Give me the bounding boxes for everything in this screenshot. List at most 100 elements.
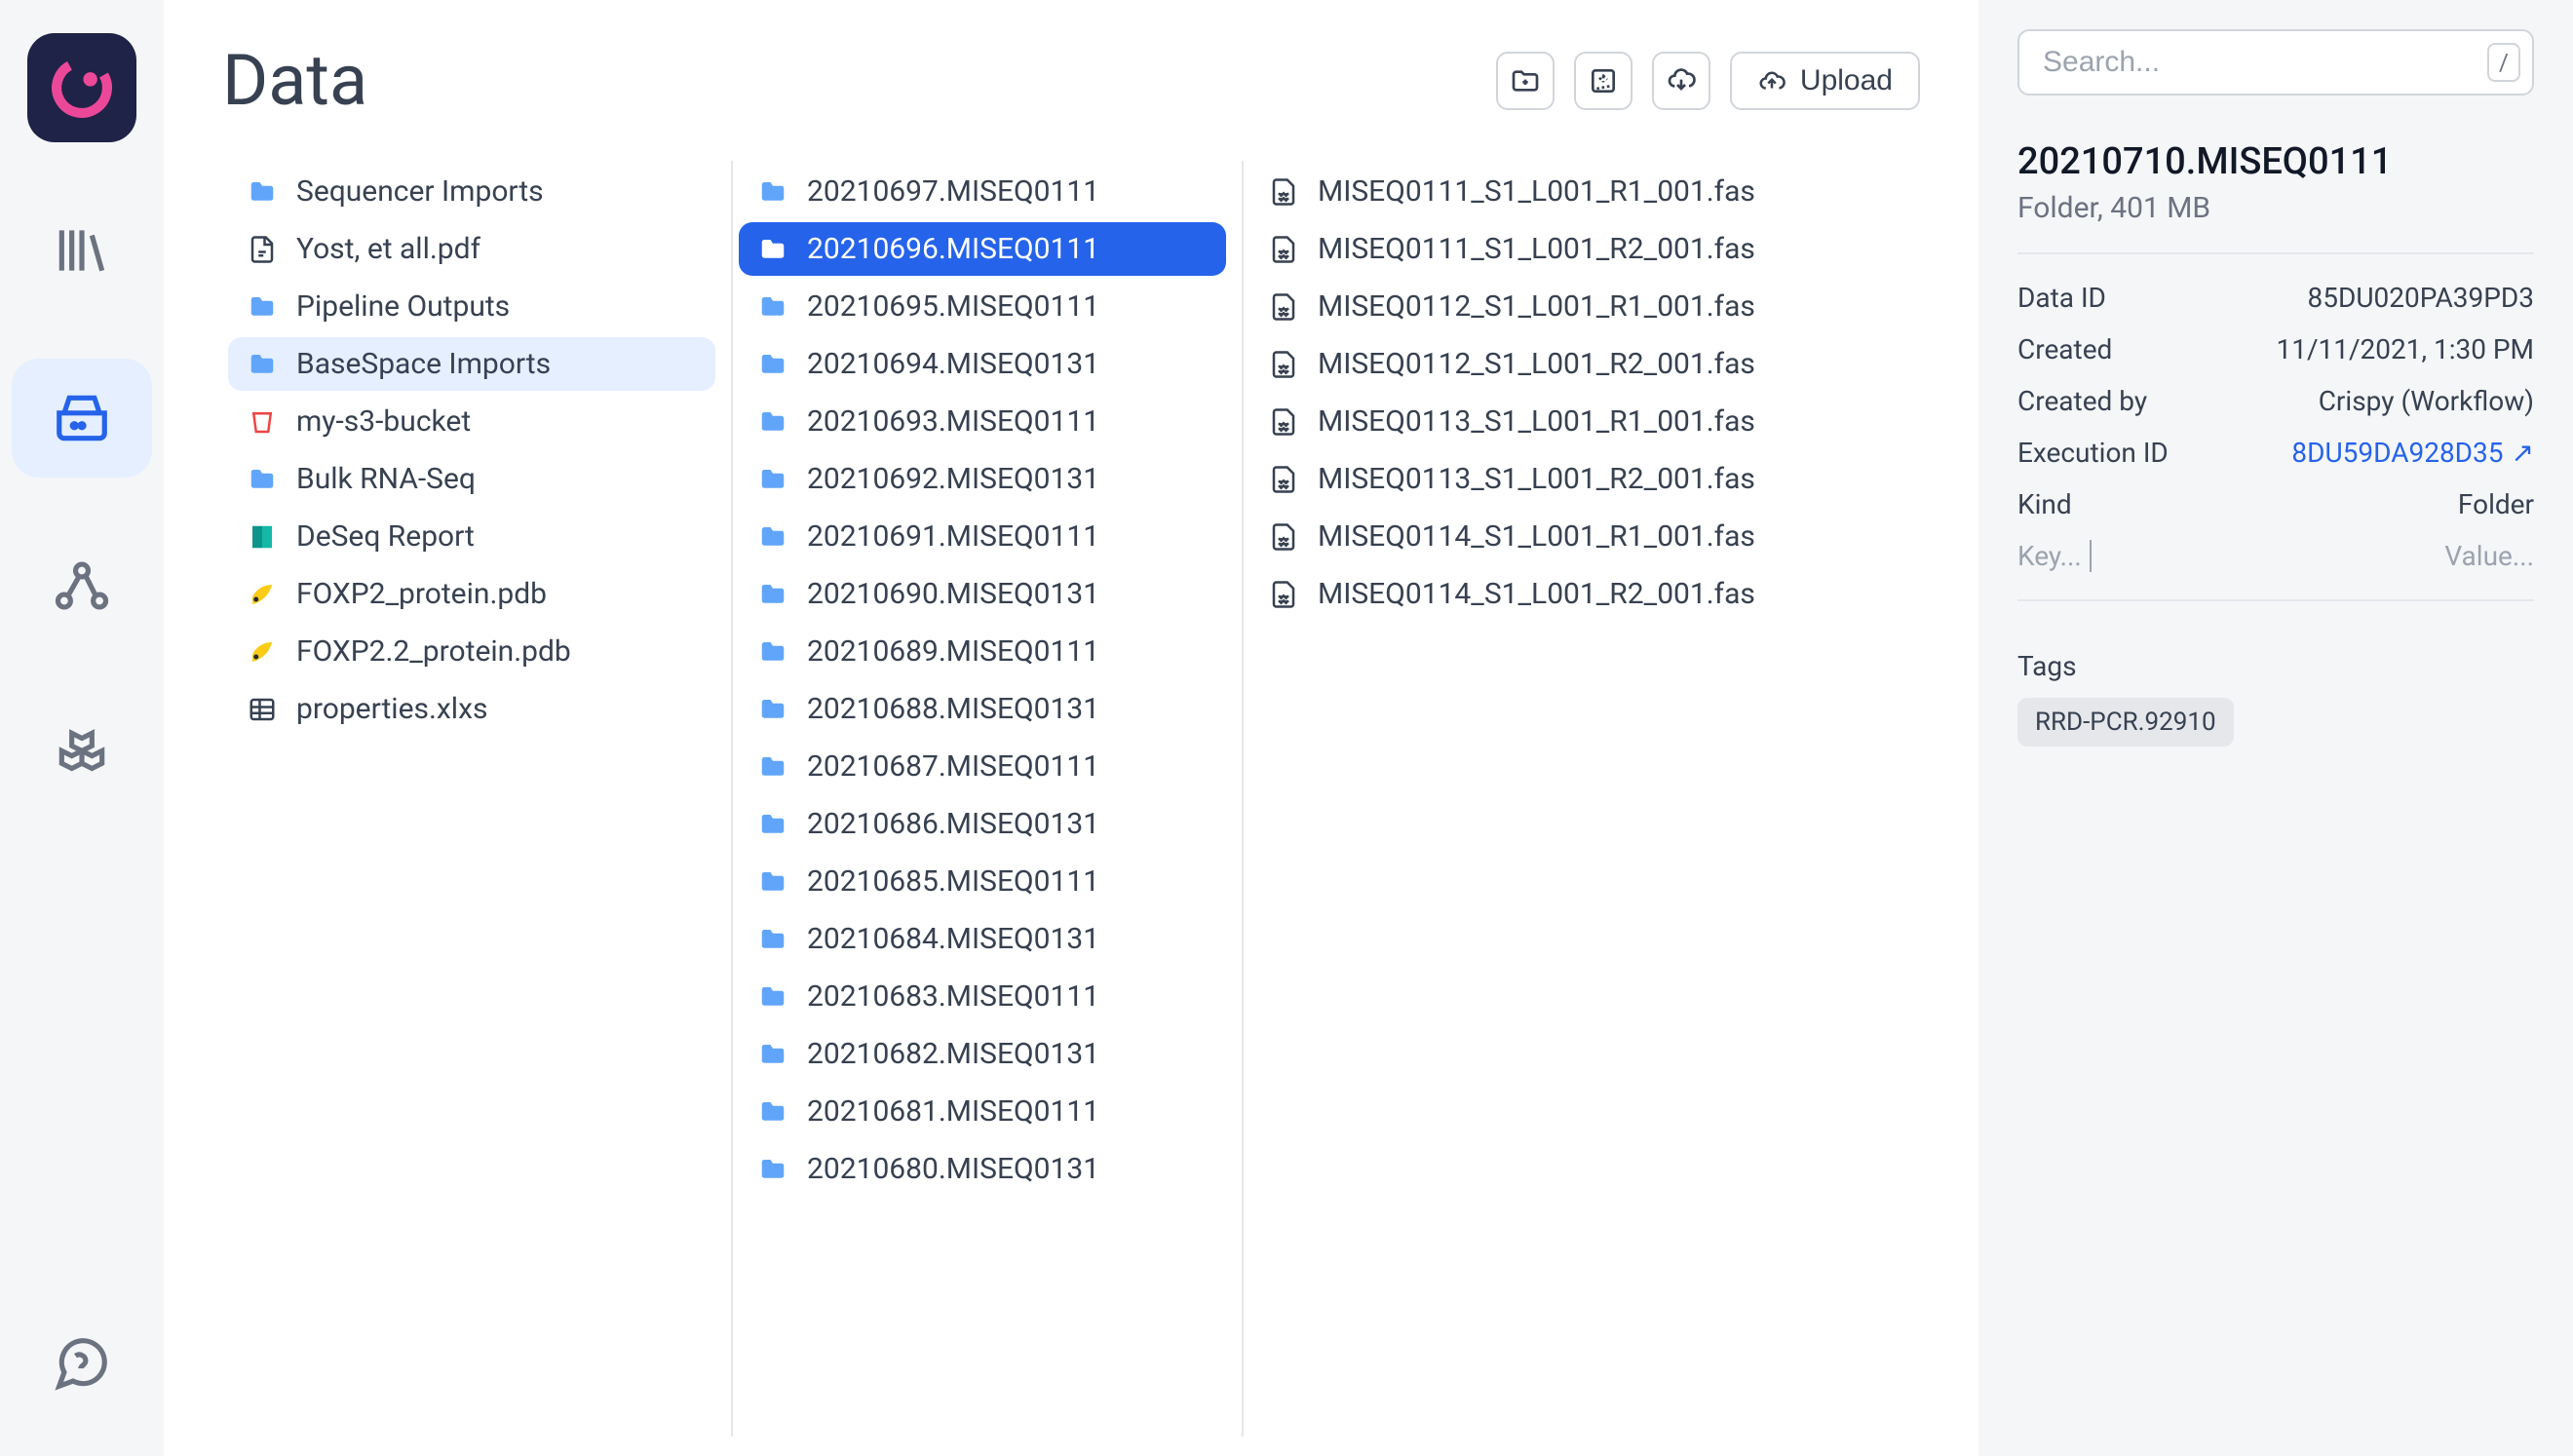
gz-icon — [1267, 177, 1300, 207]
file-label: FOXP2_protein.pdb — [296, 577, 547, 611]
folder-icon — [756, 752, 789, 782]
file-row[interactable]: my-s3-bucket — [228, 395, 715, 448]
file-label: MISEQ0111_S1_L001_R1_001.fastq.gz — [1318, 174, 1754, 209]
file-label: 20210691.MISEQ0111 — [807, 519, 1099, 554]
file-row[interactable]: FOXP2_protein.pdb — [228, 567, 715, 621]
upload-button[interactable]: Upload — [1730, 52, 1920, 110]
file-label: MISEQ0112_S1_L001_R2_001.fastq.gz — [1318, 347, 1754, 381]
search-input[interactable] — [2043, 46, 2487, 79]
kv-value-placeholder[interactable]: Value... — [2444, 540, 2534, 572]
file-row[interactable]: MISEQ0114_S1_L001_R1_001.fastq.gz — [1249, 510, 1739, 563]
file-row[interactable]: 20210688.MISEQ0131 — [739, 682, 1226, 736]
file-label: 20210696.MISEQ0111 — [807, 232, 1099, 266]
file-row[interactable]: MISEQ0111_S1_L001_R1_001.fastq.gz — [1249, 165, 1739, 218]
file-label: Yost, et all.pdf — [296, 232, 480, 266]
file-row[interactable]: 20210690.MISEQ0131 — [739, 567, 1226, 621]
file-row[interactable]: 20210681.MISEQ0111 — [739, 1085, 1226, 1138]
file-row[interactable]: BaseSpace Imports — [228, 337, 715, 391]
gz-icon — [1267, 465, 1300, 494]
folder-icon — [756, 522, 789, 552]
file-row[interactable]: MISEQ0113_S1_L001_R1_001.fastq.gz — [1249, 395, 1739, 448]
details-rows: Data ID85DU020PA39PD3Created11/11/2021, … — [2017, 272, 2534, 530]
file-label: 20210686.MISEQ0131 — [807, 807, 1099, 841]
file-row[interactable]: FOXP2.2_protein.pdb — [228, 625, 715, 678]
report-icon — [246, 522, 279, 552]
folder-icon — [756, 982, 789, 1012]
file-row[interactable]: 20210692.MISEQ0131 — [739, 452, 1226, 506]
file-row[interactable]: 20210682.MISEQ0131 — [739, 1027, 1226, 1081]
file-label: MISEQ0114_S1_L001_R1_001.fastq.gz — [1318, 519, 1754, 554]
gz-icon — [1267, 580, 1300, 609]
file-label: 20210694.MISEQ0131 — [807, 347, 1099, 381]
detail-row: Kind Folder — [2017, 479, 2534, 530]
link-data-button[interactable] — [1574, 52, 1632, 110]
file-row[interactable]: 20210680.MISEQ0131 — [739, 1142, 1226, 1196]
file-label: Bulk RNA-Seq — [296, 462, 476, 496]
app-logo[interactable] — [27, 33, 136, 142]
file-row[interactable]: 20210686.MISEQ0131 — [739, 797, 1226, 851]
file-label: my-s3-bucket — [296, 404, 471, 439]
file-label: BaseSpace Imports — [296, 347, 551, 381]
file-label: 20210693.MISEQ0111 — [807, 404, 1099, 439]
nav-workflows[interactable] — [12, 526, 152, 645]
folder-icon — [756, 1097, 789, 1127]
file-row[interactable]: 20210695.MISEQ0111 — [739, 280, 1226, 333]
file-row[interactable]: 20210684.MISEQ0131 — [739, 912, 1226, 966]
file-row[interactable]: 20210687.MISEQ0111 — [739, 740, 1226, 793]
file-row[interactable]: 20210683.MISEQ0111 — [739, 970, 1226, 1023]
details-subtitle: Folder, 401 MB — [2017, 191, 2534, 225]
nav-help[interactable] — [12, 1304, 152, 1423]
nav-data[interactable] — [12, 359, 152, 478]
file-label: 20210688.MISEQ0131 — [807, 692, 1099, 726]
detail-row: Execution ID8DU59DA928D35↗ — [2017, 427, 2534, 479]
download-button[interactable] — [1652, 52, 1710, 110]
page-title: Data — [222, 39, 367, 122]
file-row[interactable]: 20210693.MISEQ0111 — [739, 395, 1226, 448]
tag-chip[interactable]: RRD-PCR.92910 — [2017, 698, 2234, 747]
file-row[interactable]: properties.xlxs — [228, 682, 715, 736]
file-label: MISEQ0113_S1_L001_R2_001.fastq.gz — [1318, 462, 1754, 496]
header: Data Upload — [222, 39, 1920, 122]
file-row[interactable]: 20210696.MISEQ0111 — [739, 222, 1226, 276]
file-row[interactable]: 20210689.MISEQ0111 — [739, 625, 1226, 678]
file-row[interactable]: Pipeline Outputs — [228, 280, 715, 333]
kv-input-row[interactable]: Key... Value... — [2017, 530, 2534, 582]
file-row[interactable]: Sequencer Imports — [228, 165, 715, 218]
file-row[interactable]: Bulk RNA-Seq — [228, 452, 715, 506]
folder-icon — [756, 695, 789, 724]
file-label: properties.xlxs — [296, 692, 487, 726]
file-label: 20210690.MISEQ0131 — [807, 577, 1099, 611]
new-folder-button[interactable] — [1496, 52, 1555, 110]
file-row[interactable]: 20210685.MISEQ0111 — [739, 855, 1226, 908]
divider — [2017, 252, 2534, 254]
file-label: FOXP2.2_protein.pdb — [296, 634, 571, 669]
nav-library[interactable] — [12, 191, 152, 310]
column-2: MISEQ0111_S1_L001_R1_001.fastq.gzMISEQ01… — [1244, 161, 1754, 1437]
file-row[interactable]: MISEQ0112_S1_L001_R1_001.fastq.gz — [1249, 280, 1739, 333]
file-label: MISEQ0114_S1_L001_R2_001.fastq.gz — [1318, 577, 1754, 611]
detail-key: Kind — [2017, 488, 2072, 520]
folder-icon — [246, 465, 279, 494]
file-row[interactable]: MISEQ0114_S1_L001_R2_001.fastq.gz — [1249, 567, 1739, 621]
main-content: Data Upload Sequencer Imports Yost, et al… — [164, 0, 1978, 1456]
file-row[interactable]: MISEQ0113_S1_L001_R2_001.fastq.gz — [1249, 452, 1739, 506]
file-row[interactable]: 20210694.MISEQ0131 — [739, 337, 1226, 391]
detail-value[interactable]: 8DU59DA928D35↗ — [2291, 437, 2534, 469]
file-row[interactable]: DeSeq Report — [228, 510, 715, 563]
file-label: 20210680.MISEQ0131 — [807, 1152, 1099, 1186]
cloud-upload-icon — [1757, 66, 1786, 96]
detail-row: Data ID85DU020PA39PD3 — [2017, 272, 2534, 324]
file-row[interactable]: Yost, et all.pdf — [228, 222, 715, 276]
kv-key-placeholder[interactable]: Key... — [2017, 540, 2092, 572]
file-label: 20210687.MISEQ0111 — [807, 749, 1099, 784]
file-row[interactable]: MISEQ0112_S1_L001_R2_001.fastq.gz — [1249, 337, 1739, 391]
file-row[interactable]: MISEQ0111_S1_L001_R2_001.fastq.gz — [1249, 222, 1739, 276]
folder-icon — [756, 235, 789, 264]
detail-value: Folder — [2458, 488, 2534, 520]
file-row[interactable]: 20210697.MISEQ0111 — [739, 165, 1226, 218]
nav-modules[interactable] — [12, 694, 152, 813]
file-row[interactable]: 20210691.MISEQ0111 — [739, 510, 1226, 563]
gz-icon — [1267, 522, 1300, 552]
detail-key: Created by — [2017, 385, 2147, 417]
search-box[interactable]: / — [2017, 29, 2534, 96]
